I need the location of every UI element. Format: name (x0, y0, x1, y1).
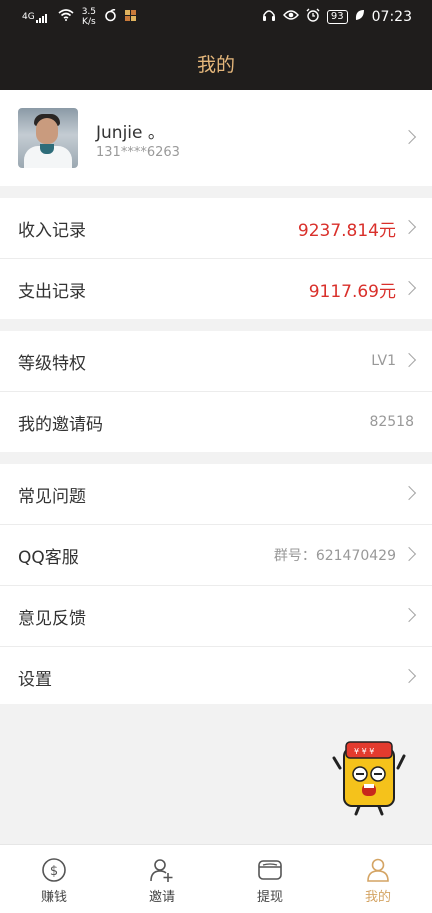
records-section: 收入记录 9237.814元 支出记录 9117.69元 (0, 198, 432, 319)
level-privilege-row[interactable]: 等级特权 LV1 (0, 331, 432, 392)
chevron-right-icon (401, 485, 417, 501)
chevron-right-icon (401, 668, 417, 684)
profile-phone: 131****6263 (96, 145, 180, 160)
add-person-icon (150, 859, 173, 882)
headset-icon (262, 9, 276, 26)
help-section: 常见问题 QQ客服 群号：621470429 意见反馈 设置 (0, 464, 432, 704)
faq-row[interactable]: 常见问题 (0, 464, 432, 525)
network-type: 4G (22, 11, 35, 22)
chevron-right-icon (401, 607, 417, 623)
svg-text:¥ ¥ ¥: ¥ ¥ ¥ (354, 747, 374, 756)
tab-earn-label: 赚钱 (40, 890, 67, 905)
header-bar: 我的 (0, 36, 432, 90)
signal-icon: 4G (22, 12, 50, 23)
tab-mine-label: 我的 (364, 890, 391, 905)
eye-icon (282, 9, 299, 25)
invite-code-value: 82518 (369, 414, 414, 430)
feedback-row[interactable]: 意见反馈 (0, 586, 432, 647)
level-privilege-label: 等级特权 (18, 353, 86, 374)
income-amount: 9237.814元 (297, 220, 396, 241)
qq-group-number: 群号：621470429 (273, 548, 396, 564)
chevron-right-icon (401, 280, 417, 296)
app-notification-icon (104, 8, 117, 26)
floating-mascot-button[interactable]: ¥ ¥ ¥ (332, 738, 408, 816)
expense-record-label: 支出记录 (18, 281, 86, 302)
level-value: LV1 (371, 353, 396, 369)
wallet-icon (258, 860, 282, 880)
expense-record-row[interactable]: 支出记录 9117.69元 (0, 259, 432, 319)
invite-code-label: 我的邀请码 (18, 414, 103, 435)
tab-withdraw-label: 提现 (256, 890, 283, 905)
tab-withdraw[interactable]: 提现 (216, 845, 324, 913)
clock-time: 07:23 (371, 9, 412, 25)
settings-row[interactable]: 设置 (0, 647, 432, 707)
avatar[interactable] (18, 108, 78, 168)
wifi-icon (58, 9, 74, 25)
chevron-right-icon (401, 219, 417, 235)
tab-earn[interactable]: $ 赚钱 (0, 845, 108, 913)
bottom-tab-bar: $ 赚钱 邀请 提现 我的 (0, 844, 432, 913)
svg-text:$: $ (50, 864, 58, 879)
profile-card[interactable]: Junjie 。 131****6263 (0, 90, 432, 186)
battery-indicator: 93 (326, 10, 348, 24)
qq-service-row[interactable]: QQ客服 群号：621470429 (0, 525, 432, 586)
chevron-right-icon (401, 546, 417, 562)
settings-label: 设置 (18, 669, 52, 690)
money-box-mascot-icon: ¥ ¥ ¥ (332, 741, 406, 816)
person-icon (367, 858, 389, 882)
account-section: 等级特权 LV1 我的邀请码 82518 (0, 331, 432, 452)
tab-invite-label: 邀请 (148, 890, 175, 905)
income-record-row[interactable]: 收入记录 9237.814元 (0, 198, 432, 259)
leaf-icon (355, 9, 365, 25)
profile-name: Junjie 。 (96, 123, 165, 143)
chevron-right-icon (401, 352, 417, 368)
status-bar: 4G 3.5 K/s 93 07:23 (0, 0, 432, 36)
app-grid-icon (125, 9, 137, 25)
feedback-label: 意见反馈 (18, 608, 86, 629)
income-record-label: 收入记录 (18, 220, 86, 241)
dollar-coin-icon: $ (42, 858, 66, 882)
network-speed: 3.5 K/s (81, 7, 97, 27)
page-title: 我的 (196, 53, 235, 76)
expense-amount: 9117.69元 (308, 281, 396, 302)
qq-service-label: QQ客服 (18, 547, 79, 568)
faq-label: 常见问题 (18, 486, 86, 507)
tab-mine[interactable]: 我的 (324, 845, 432, 913)
tab-invite[interactable]: 邀请 (108, 845, 216, 913)
invite-code-row[interactable]: 我的邀请码 82518 (0, 392, 432, 452)
chevron-right-icon (401, 129, 417, 145)
alarm-icon (306, 8, 320, 26)
